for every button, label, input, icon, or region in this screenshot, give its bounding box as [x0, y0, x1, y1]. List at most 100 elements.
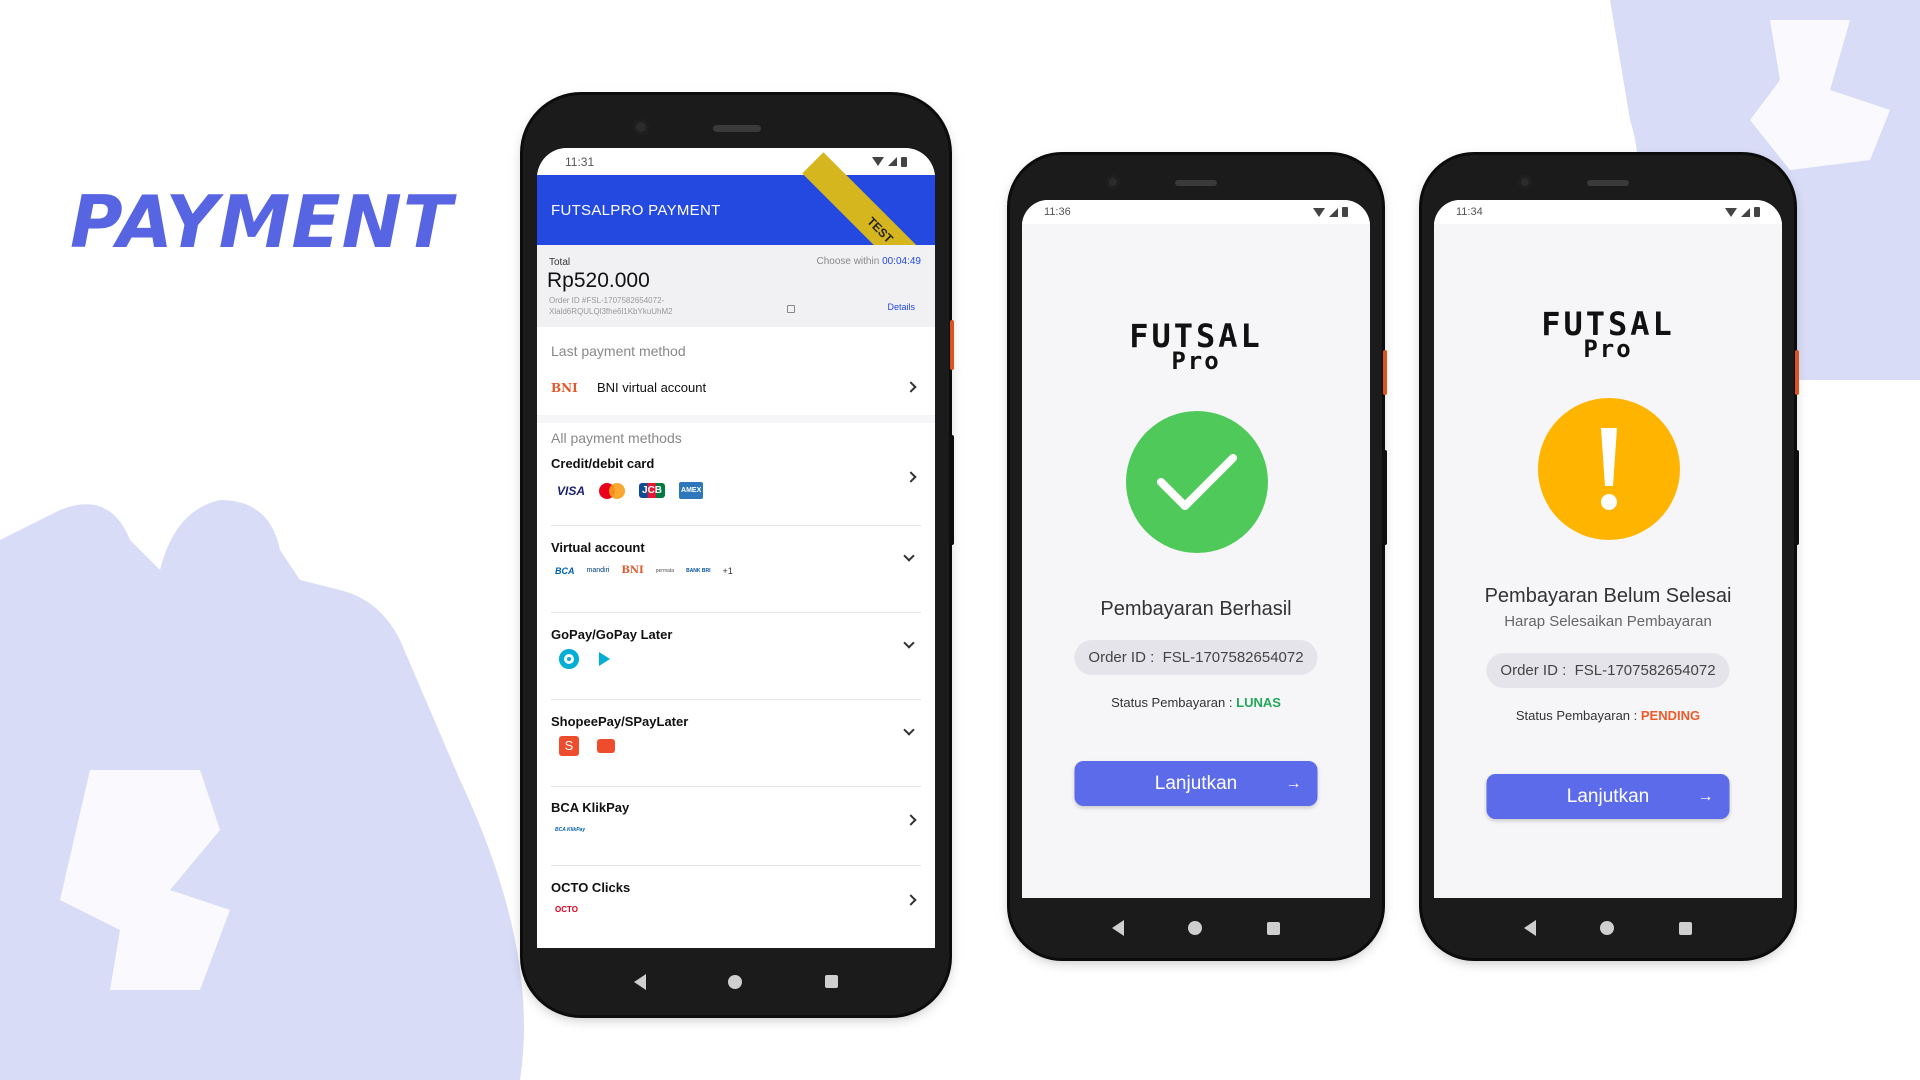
gopay-icon: [559, 649, 579, 669]
battery-icon: [1342, 207, 1348, 217]
home-icon[interactable]: [728, 974, 743, 989]
side-button: [949, 435, 954, 545]
logo-line-2: Pro: [1171, 347, 1221, 375]
divider: [551, 699, 921, 700]
order-id-value: FSL-1707582654072: [1574, 662, 1716, 679]
status-label: Status Pembayaran :: [1515, 708, 1638, 723]
payment-header-title: FUTSALPRO PAYMENT: [551, 202, 721, 219]
method-credit-card[interactable]: Credit/debit card VISA JCB AMEX: [551, 456, 921, 516]
status-value: LUNAS: [1236, 695, 1281, 710]
all-methods-title: All payment methods: [551, 430, 682, 446]
side-button: [1382, 450, 1387, 545]
chevron-right-icon: [905, 814, 917, 826]
method-bca-klikpay[interactable]: BCA KlikPay BCA KlikPay: [551, 800, 921, 850]
last-method-title: Last payment method: [551, 343, 686, 359]
amex-logo: AMEX: [679, 482, 704, 499]
success-screen: 11:36 FUTSAL Pro Pembayaran Berhasil Ord…: [1022, 200, 1370, 898]
countdown: Choose within 00:04:49: [816, 256, 921, 267]
mastercard-logo: [599, 482, 626, 499]
pending-screen: 11:34 FUTSAL Pro Pembayaran Belum Selesa…: [1434, 200, 1782, 898]
mandiri-logo: mandiri: [586, 567, 610, 574]
phone-pending: 11:34 FUTSAL Pro Pembayaran Belum Selesa…: [1422, 155, 1799, 958]
visa-logo: VISA: [557, 483, 586, 498]
shopee-logos: S: [559, 736, 615, 756]
speaker-grille: [1587, 180, 1629, 186]
status-time: 11:31: [565, 154, 595, 169]
spaylater-icon: [597, 739, 615, 753]
recents-icon[interactable]: [1678, 921, 1692, 935]
front-camera: [633, 119, 649, 135]
status-value: PENDING: [1640, 708, 1701, 723]
side-button-orange: [1383, 350, 1387, 395]
last-method-row[interactable]: BNI BNI virtual account: [551, 379, 921, 399]
back-icon[interactable]: [634, 973, 647, 990]
recents-icon[interactable]: [824, 975, 838, 988]
countdown-label: Choose within: [816, 256, 880, 267]
android-navbar: [523, 948, 949, 1015]
logo-line-2: Pro: [1583, 335, 1633, 363]
order-id-label: Order ID :: [1500, 662, 1567, 679]
recents-icon[interactable]: [1266, 921, 1280, 935]
signal-icon: [1329, 207, 1338, 217]
android-navbar: [1010, 898, 1382, 958]
success-badge: [1126, 411, 1268, 553]
method-shopeepay[interactable]: ShopeePay/SPayLater S: [551, 714, 921, 774]
payment-header: FUTSALPRO PAYMENT TEST: [537, 152, 935, 308]
last-method-block: Last payment method BNI BNI virtual acco…: [537, 327, 935, 415]
chevron-right-icon: [905, 381, 917, 393]
method-gopay[interactable]: GoPay/GoPay Later: [551, 627, 921, 687]
chevron-right-icon: [905, 471, 917, 483]
page-headline: PAYMENT: [70, 180, 453, 264]
shopeepay-icon: S: [559, 736, 579, 756]
status-label: Status Pembayaran :: [1111, 695, 1233, 710]
wifi-icon: [1725, 207, 1737, 217]
chevron-right-icon: [905, 894, 917, 906]
status-icons: [1313, 207, 1348, 217]
continue-button[interactable]: Lanjutkan →: [1486, 774, 1730, 819]
futsalpro-logo: FUTSAL Pro: [1434, 308, 1782, 361]
status-bar: 11:36: [1022, 200, 1370, 224]
status-time: 11:36: [1044, 206, 1071, 218]
result-title: Pembayaran Berhasil: [1100, 598, 1292, 620]
order-id-pill: Order ID : FSL-1707582654072: [1486, 653, 1730, 688]
continue-button-label: Lanjutkan: [1566, 786, 1650, 807]
bank-logos: BCA mandiri BNI permata BANK BRI +1: [555, 565, 733, 576]
all-methods-block: All payment methods Credit/debit card VI…: [537, 423, 935, 948]
bni-logo: BNI: [551, 381, 578, 395]
status-icons: [1725, 207, 1760, 217]
payment-status: Status Pembayaran : LUNAS: [1022, 695, 1370, 710]
copy-icon[interactable]: [787, 305, 795, 313]
stage: PAYMENT 11:31 FUTSALPRO PAYMENT TEST Tot…: [0, 0, 1920, 1080]
speaker-grille: [1175, 180, 1217, 186]
octo-logo: OCTO: [555, 905, 578, 914]
status-bar: 11:31: [537, 148, 935, 175]
battery-icon: [1754, 207, 1760, 217]
details-link[interactable]: Details: [887, 302, 915, 312]
gopay-logos: [559, 649, 610, 669]
bca-klikpay-logo: BCA KlikPay: [555, 827, 586, 833]
order-summary: Total Rp520.000 Choose within 00:04:49 O…: [537, 245, 935, 327]
bni-logo: BNI: [621, 565, 644, 576]
last-method-name: BNI virtual account: [597, 380, 707, 395]
divider: [551, 786, 921, 787]
home-icon[interactable]: [1188, 921, 1203, 935]
gopaylater-icon: [599, 652, 610, 666]
card-logos: VISA JCB AMEX: [557, 482, 704, 499]
signal-icon: [1741, 207, 1750, 217]
android-navbar: [1422, 898, 1794, 958]
back-icon[interactable]: [1524, 920, 1537, 936]
continue-button-label: Lanjutkan: [1154, 773, 1238, 794]
back-icon[interactable]: [1112, 920, 1125, 936]
front-camera: [1106, 175, 1120, 189]
status-bar: 11:34: [1434, 200, 1782, 224]
wifi-icon: [872, 157, 884, 166]
method-octo-clicks[interactable]: OCTO Clicks OCTO: [551, 880, 921, 930]
method-name: Credit/debit card: [551, 456, 655, 471]
method-virtual-account[interactable]: Virtual account BCA mandiri BNI permata …: [551, 540, 921, 600]
home-icon[interactable]: [1600, 921, 1615, 935]
signal-icon: [888, 157, 897, 166]
order-id-value: FSL-1707582654072: [1162, 649, 1304, 666]
continue-button[interactable]: Lanjutkan →: [1074, 761, 1318, 806]
exclamation-icon: [1601, 428, 1617, 510]
phone-payment: 11:31 FUTSALPRO PAYMENT TEST Total Rp520…: [523, 95, 954, 1015]
